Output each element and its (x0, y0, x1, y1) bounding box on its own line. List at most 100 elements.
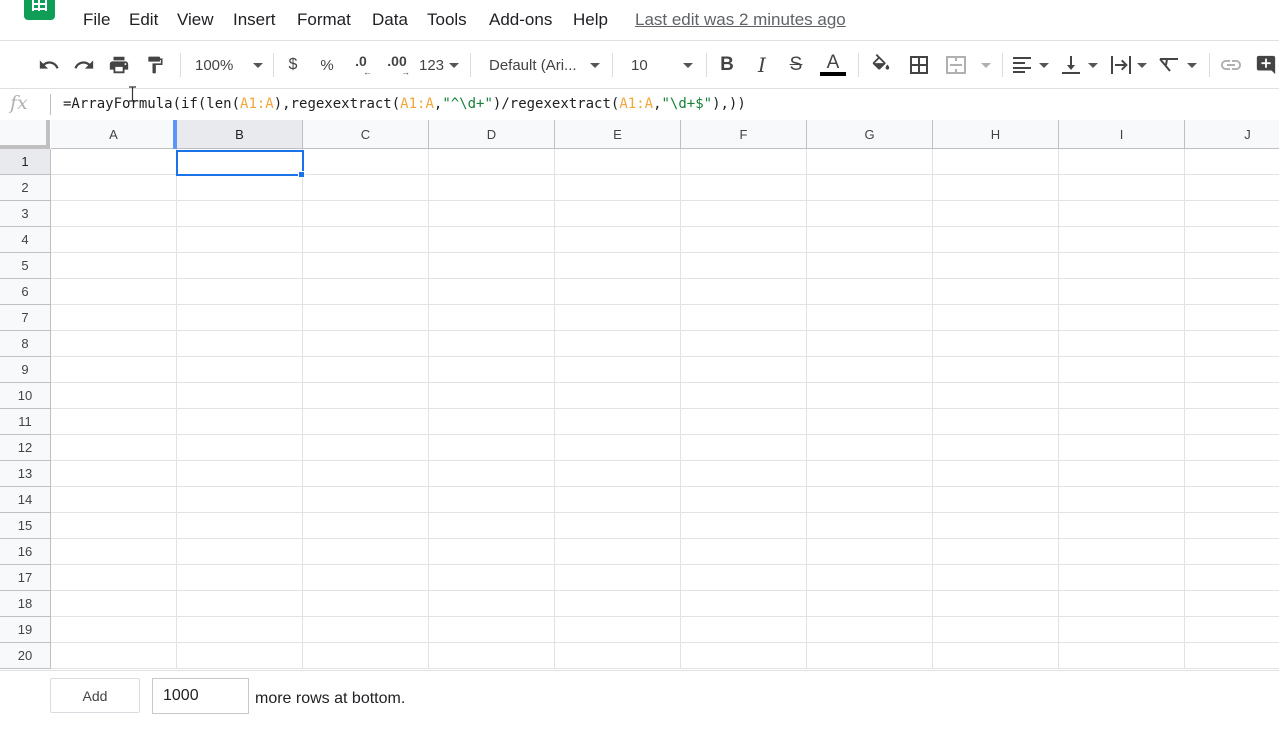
cell-a20[interactable] (51, 643, 177, 669)
text-wrap-button[interactable] (1111, 53, 1147, 77)
column-header-g[interactable]: G (807, 120, 933, 149)
column-header-d[interactable]: D (429, 120, 555, 149)
cell-d8[interactable] (429, 331, 555, 357)
cell-d19[interactable] (429, 617, 555, 643)
row-header-16[interactable]: 16 (0, 539, 51, 565)
cell-f20[interactable] (681, 643, 807, 669)
cell-c13[interactable] (303, 461, 429, 487)
cell-g18[interactable] (807, 591, 933, 617)
redo-button[interactable] (72, 53, 96, 77)
cell-c16[interactable] (303, 539, 429, 565)
cell-j6[interactable] (1185, 279, 1279, 305)
cell-c4[interactable] (303, 227, 429, 253)
cell-j11[interactable] (1185, 409, 1279, 435)
cell-d11[interactable] (429, 409, 555, 435)
cell-g16[interactable] (807, 539, 933, 565)
cell-a2[interactable] (51, 175, 177, 201)
cell-a5[interactable] (51, 253, 177, 279)
cell-j20[interactable] (1185, 643, 1279, 669)
row-header-13[interactable]: 13 (0, 461, 51, 487)
select-all-corner[interactable] (0, 120, 50, 149)
cell-g6[interactable] (807, 279, 933, 305)
cell-i11[interactable] (1059, 409, 1185, 435)
cell-e18[interactable] (555, 591, 681, 617)
cell-g5[interactable] (807, 253, 933, 279)
cell-g19[interactable] (807, 617, 933, 643)
cell-b19[interactable] (177, 617, 303, 643)
cell-a13[interactable] (51, 461, 177, 487)
cell-c20[interactable] (303, 643, 429, 669)
cell-g2[interactable] (807, 175, 933, 201)
cell-b3[interactable] (177, 201, 303, 227)
menu-data[interactable]: Data (372, 9, 408, 31)
font-select[interactable]: Default (Ari... (489, 53, 600, 77)
cell-b16[interactable] (177, 539, 303, 565)
cell-a14[interactable] (51, 487, 177, 513)
row-header-4[interactable]: 4 (0, 227, 51, 253)
cell-i7[interactable] (1059, 305, 1185, 331)
zoom-select[interactable]: 100% (195, 53, 263, 77)
row-header-15[interactable]: 15 (0, 513, 51, 539)
cell-i4[interactable] (1059, 227, 1185, 253)
cell-f15[interactable] (681, 513, 807, 539)
row-header-17[interactable]: 17 (0, 565, 51, 591)
cell-g20[interactable] (807, 643, 933, 669)
cell-g7[interactable] (807, 305, 933, 331)
cell-f19[interactable] (681, 617, 807, 643)
cell-i17[interactable] (1059, 565, 1185, 591)
cell-c10[interactable] (303, 383, 429, 409)
cell-e16[interactable] (555, 539, 681, 565)
column-header-h[interactable]: H (933, 120, 1059, 149)
cell-a11[interactable] (51, 409, 177, 435)
column-header-j[interactable]: J (1185, 120, 1279, 149)
cell-d15[interactable] (429, 513, 555, 539)
column-header-b[interactable]: B (177, 120, 303, 149)
fill-handle[interactable] (298, 171, 305, 178)
align-horizontal-button[interactable] (1013, 53, 1049, 77)
add-rows-button[interactable]: Add (50, 678, 140, 713)
cell-h4[interactable] (933, 227, 1059, 253)
cell-c12[interactable] (303, 435, 429, 461)
cell-f5[interactable] (681, 253, 807, 279)
cell-c14[interactable] (303, 487, 429, 513)
cell-f4[interactable] (681, 227, 807, 253)
text-rotate-button[interactable] (1159, 53, 1197, 77)
cell-f14[interactable] (681, 487, 807, 513)
cell-i6[interactable] (1059, 279, 1185, 305)
cell-c1[interactable] (303, 149, 429, 175)
cell-h19[interactable] (933, 617, 1059, 643)
cell-f12[interactable] (681, 435, 807, 461)
cell-h14[interactable] (933, 487, 1059, 513)
cell-i12[interactable] (1059, 435, 1185, 461)
currency-button[interactable]: $ (284, 53, 302, 77)
insert-comment-button[interactable] (1255, 53, 1277, 77)
cell-h6[interactable] (933, 279, 1059, 305)
cell-g9[interactable] (807, 357, 933, 383)
column-header-f[interactable]: F (681, 120, 807, 149)
cell-a3[interactable] (51, 201, 177, 227)
cell-j17[interactable] (1185, 565, 1279, 591)
cell-i10[interactable] (1059, 383, 1185, 409)
cell-j16[interactable] (1185, 539, 1279, 565)
cell-d16[interactable] (429, 539, 555, 565)
cell-f8[interactable] (681, 331, 807, 357)
cell-j18[interactable] (1185, 591, 1279, 617)
cell-h9[interactable] (933, 357, 1059, 383)
row-header-7[interactable]: 7 (0, 305, 51, 331)
cell-a19[interactable] (51, 617, 177, 643)
cell-g17[interactable] (807, 565, 933, 591)
row-header-3[interactable]: 3 (0, 201, 51, 227)
row-header-9[interactable]: 9 (0, 357, 51, 383)
cell-i8[interactable] (1059, 331, 1185, 357)
row-header-18[interactable]: 18 (0, 591, 51, 617)
cell-i16[interactable] (1059, 539, 1185, 565)
cell-b7[interactable] (177, 305, 303, 331)
cell-j15[interactable] (1185, 513, 1279, 539)
cell-d6[interactable] (429, 279, 555, 305)
row-header-14[interactable]: 14 (0, 487, 51, 513)
cell-e5[interactable] (555, 253, 681, 279)
row-header-5[interactable]: 5 (0, 253, 51, 279)
cell-h3[interactable] (933, 201, 1059, 227)
cell-h10[interactable] (933, 383, 1059, 409)
percent-button[interactable]: % (318, 53, 336, 77)
